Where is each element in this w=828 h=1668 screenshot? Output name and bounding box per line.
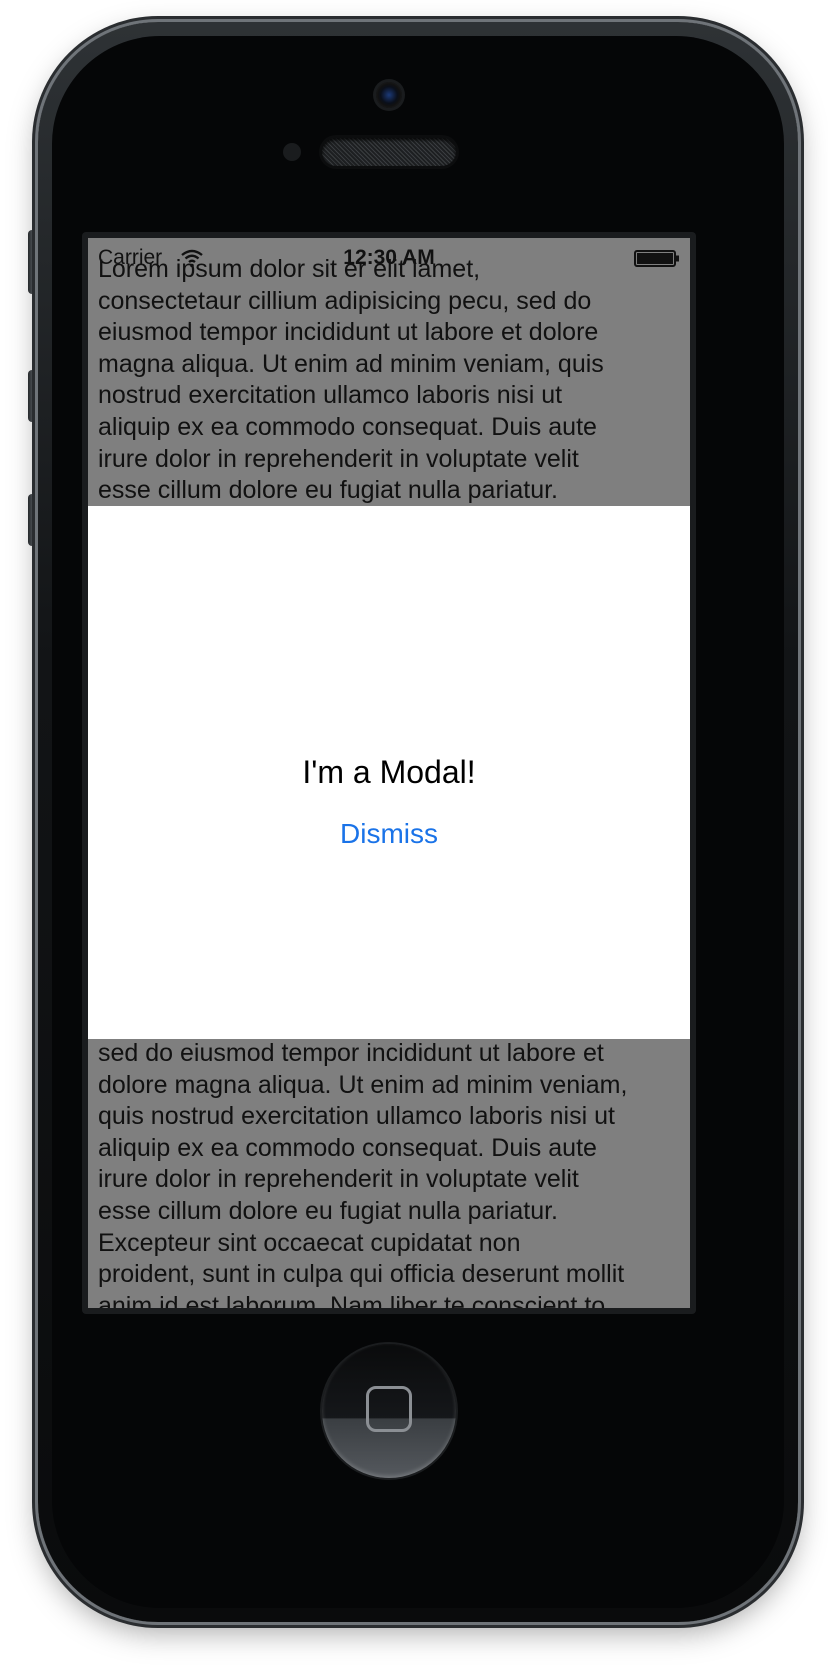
status-time: 12:30 AM: [343, 246, 435, 269]
text-line: Excepteur sint occaecat cupidatat non: [98, 1228, 521, 1257]
status-bar: Carrier 12:30 AM: [88, 238, 690, 278]
text-line: irure dolor in reprehenderit in voluptat…: [98, 1165, 579, 1194]
text-line: eiusmod tempor incididunt ut labore et d…: [98, 318, 599, 347]
background-text-bottom: sed do eiusmod tempor incididunt ut labo…: [98, 1038, 684, 1308]
background-text-top: Lorem ipsum dolor sit er elit lamet, con…: [98, 254, 684, 507]
text-line: esse cillum dolore eu fugiat nulla paria…: [98, 1196, 558, 1225]
text-line: aliquip ex ea commodo consequat. Duis au…: [98, 412, 597, 441]
volume-up-button: [28, 370, 38, 422]
dismiss-button[interactable]: Dismiss: [288, 818, 490, 850]
front-camera-icon: [376, 82, 402, 108]
text-line: esse cillum dolore eu fugiat nulla paria…: [98, 476, 558, 505]
text-line: sed do eiusmod tempor incididunt ut labo…: [98, 1039, 604, 1067]
text-line: anim id est laborum. Nam liber te consci…: [98, 1291, 606, 1308]
text-line: consectetaur cillium adipisicing pecu, s…: [98, 286, 592, 315]
text-line: proident, sunt in culpa qui officia dese…: [98, 1260, 625, 1289]
text-line: nostrud exercitation ullamco laboris nis…: [98, 381, 563, 410]
home-button-icon: [366, 1386, 412, 1432]
text-line: aliquip ex ea commodo consequat. Duis au…: [98, 1133, 597, 1162]
mute-switch: [28, 230, 38, 294]
text-line: magna aliqua. Ut enim ad minim veniam, q…: [98, 349, 604, 378]
text-line: quis nostrud exercitation ullamco labori…: [98, 1102, 615, 1131]
modal-dialog: I'm a Modal! Dismiss: [88, 506, 690, 1039]
home-button[interactable]: [322, 1344, 456, 1478]
proximity-sensor: [283, 143, 301, 161]
battery-icon: [634, 250, 679, 267]
earpiece-speaker: [322, 138, 456, 166]
phone-screen: Carrier 12:30 AM Lorem ipsum dolor sit e…: [88, 238, 690, 1308]
text-line: irure dolor in reprehenderit in voluptat…: [98, 444, 579, 473]
volume-down-button: [28, 494, 38, 546]
modal-title: I'm a Modal!: [302, 754, 476, 790]
text-line: dolore magna aliqua. Ut enim ad minim ve…: [98, 1070, 628, 1099]
